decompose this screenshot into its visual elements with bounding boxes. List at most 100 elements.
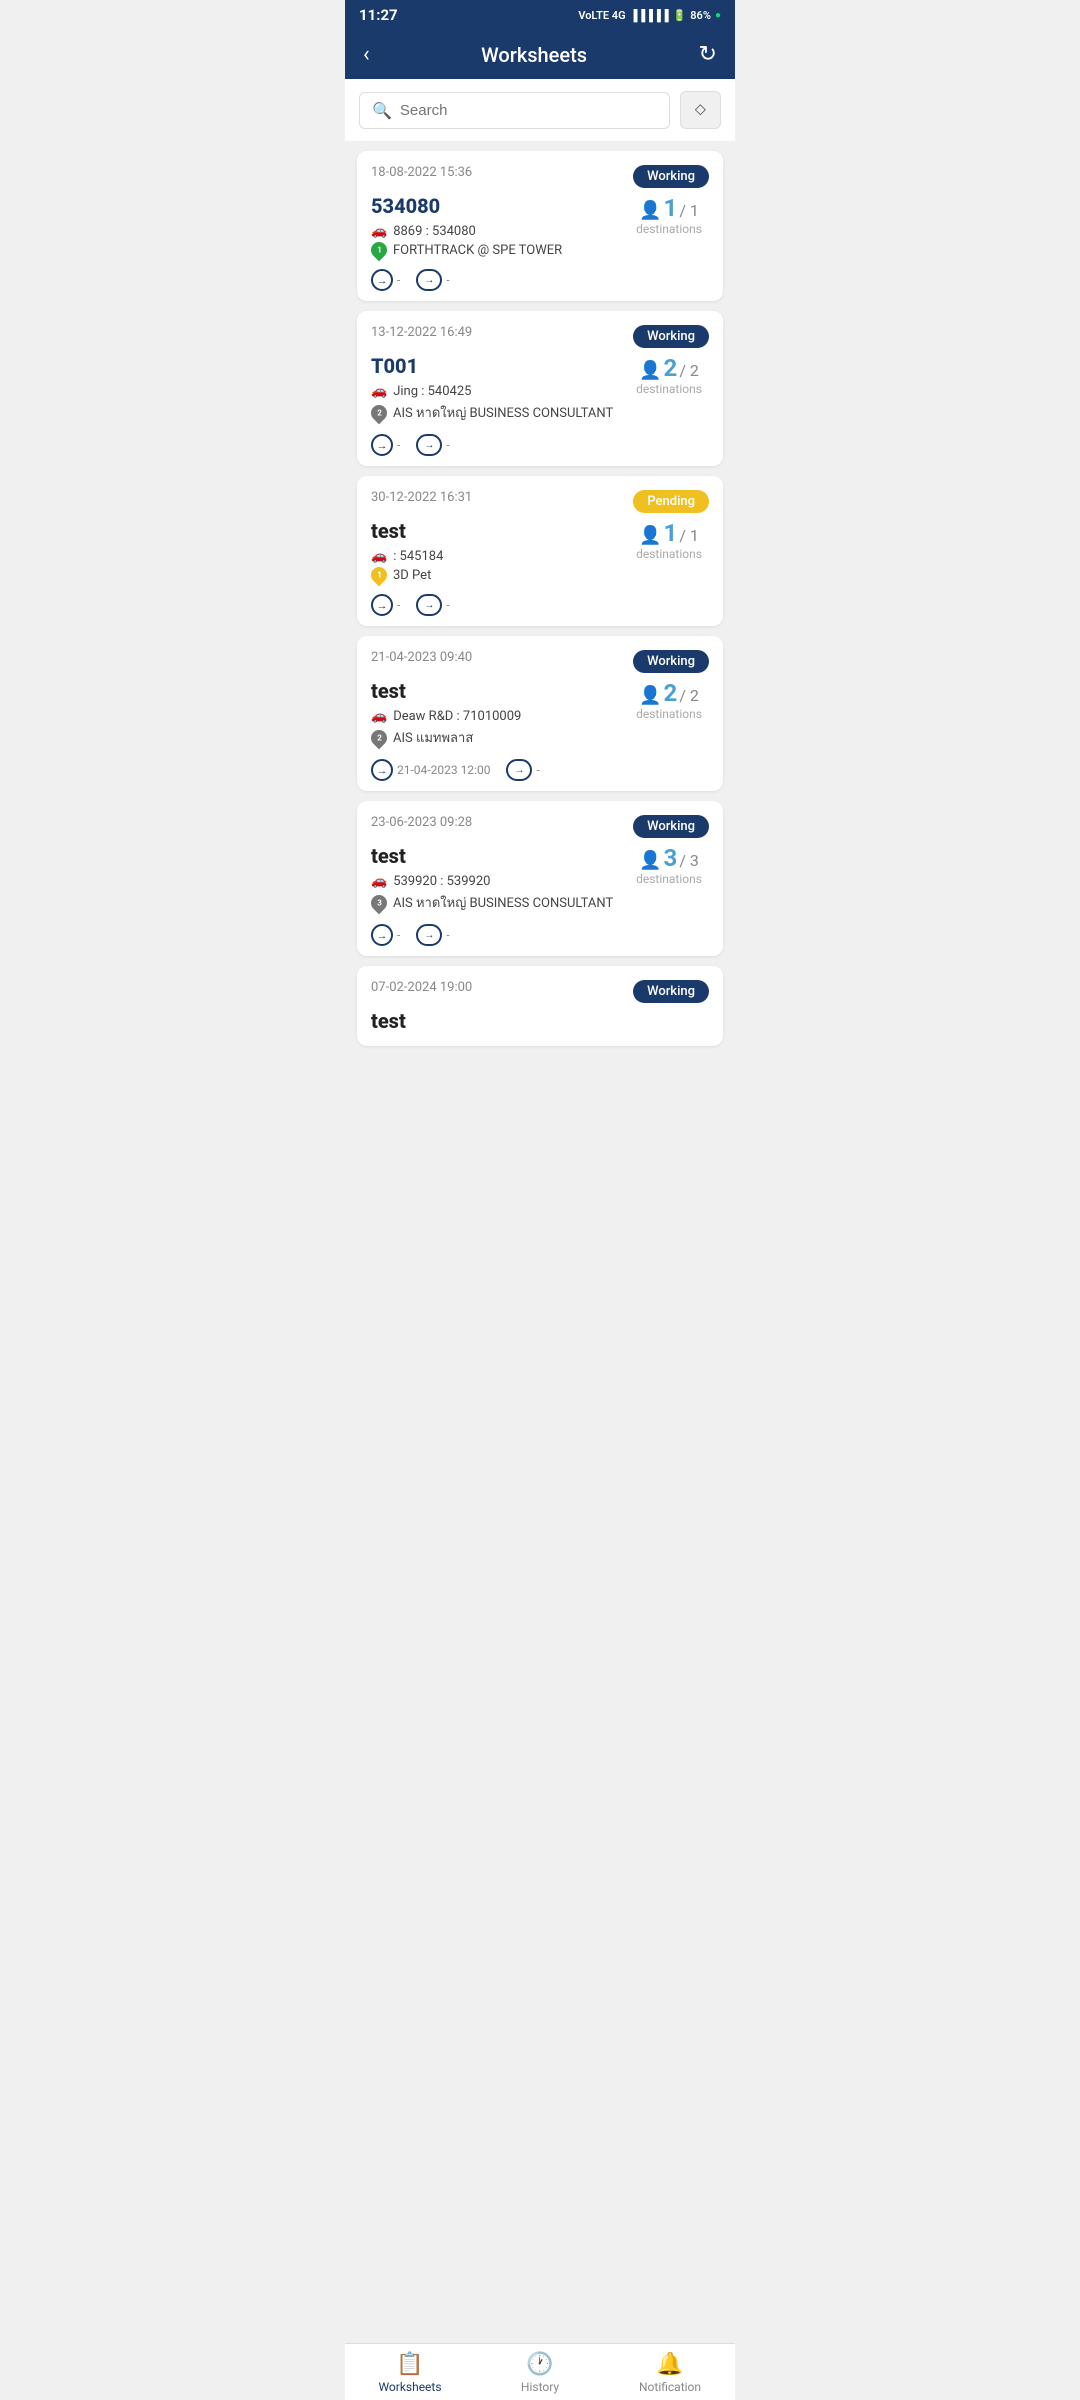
card-footer-3: → - → - [371, 594, 709, 616]
footer-text-4b: - [536, 763, 539, 777]
dest-icon-5: 👤 [639, 850, 661, 871]
dest-count-2: 2 [664, 354, 678, 382]
dest-label-2: destinations [636, 382, 702, 396]
footer-text-2b: - [446, 438, 449, 452]
start-arrow-icon-2: → [371, 434, 393, 456]
card-footer-4: → 21-04-2023 12:00 → - [371, 759, 709, 781]
dest-icon-2: 👤 [639, 360, 661, 381]
dest-label-1: destinations [636, 222, 702, 236]
car-icon-4: 🚗 [371, 709, 387, 724]
vehicle-line-3: 🚗 : 545184 [371, 549, 629, 564]
battery-percent: 86% [690, 9, 711, 22]
footer-text-2a: - [397, 438, 400, 452]
footer-text-5a: - [397, 928, 400, 942]
end-arrow-icon-3: → [416, 594, 442, 616]
location-line-1: 1 FORTHTRACK @ SPE TOWER [371, 242, 629, 258]
car-icon-5: 🚗 [371, 874, 387, 889]
start-arrow-icon-1: → [371, 269, 393, 291]
end-arrow-icon-4: → [506, 759, 532, 781]
card-body-3: test 🚗 : 545184 1 3D Pet 👤 1 / 1 [371, 519, 709, 586]
footer-item-4b: → - [506, 759, 539, 781]
pin-icon-3: 1 [368, 564, 391, 587]
refresh-button[interactable]: ↻ [699, 42, 717, 67]
search-input-wrap[interactable]: 🔍 [359, 92, 670, 129]
signal-icon: VoLTE 4G [578, 9, 625, 22]
location-text-2: AIS หาดใหญ่ BUSINESS CONSULTANT [393, 402, 613, 423]
footer-text-3b: - [446, 598, 449, 612]
status-badge-6: Working [633, 980, 709, 1003]
card-body-4: test 🚗 Deaw R&D : 71010009 2 AIS แมทพลาส… [371, 679, 709, 751]
location-text-3: 3D Pet [393, 568, 431, 583]
nav-item-worksheets[interactable]: 📋 Worksheets [375, 2352, 445, 2394]
footer-item-5a: → - [371, 924, 400, 946]
card-date-6: 07-02-2024 19:00 [371, 980, 472, 995]
car-icon-3: 🚗 [371, 549, 387, 564]
dest-icon-1: 👤 [639, 200, 661, 221]
card-body-5: test 🚗 539920 : 539920 3 AIS หาดใหญ่ BUS… [371, 844, 709, 916]
vehicle-text-1: 8869 : 534080 [393, 224, 476, 239]
worksheet-card-3[interactable]: 30-12-2022 16:31 Pending test 🚗 : 545184… [357, 476, 723, 626]
card-footer-2: → - → - [371, 434, 709, 456]
bottom-navigation: 📋 Worksheets 🕐 History 🔔 Notification ▪ … [345, 2363, 735, 2400]
card-info-5: test 🚗 539920 : 539920 3 AIS หาดใหญ่ BUS… [371, 844, 629, 916]
footer-text-1a: - [397, 273, 400, 287]
location-line-4: 2 AIS แมทพลาส [371, 727, 629, 748]
worksheet-card-1[interactable]: 18-08-2022 15:36 Working 534080 🚗 8869 :… [357, 151, 723, 301]
nav-item-history[interactable]: 🕐 History [505, 2352, 575, 2394]
dest-count-5: 3 [664, 844, 678, 872]
search-icon: 🔍 [372, 101, 392, 120]
car-icon-2: 🚗 [371, 384, 387, 399]
status-badge-4: Working [633, 650, 709, 673]
worksheet-card-5[interactable]: 23-06-2023 09:28 Working test 🚗 539920 :… [357, 801, 723, 956]
dest-info-3: 👤 1 / 1 destinations [629, 519, 709, 561]
dest-label-4: destinations [636, 707, 702, 721]
card-info-1: 534080 🚗 8869 : 534080 1 FORTHTRACK @ SP… [371, 194, 629, 261]
car-icon-1: 🚗 [371, 224, 387, 239]
card-header-2: 13-12-2022 16:49 Working [371, 325, 709, 348]
footer-item-2b: → - [416, 434, 449, 456]
card-header-6: 07-02-2024 19:00 Working [371, 980, 709, 1003]
card-date-2: 13-12-2022 16:49 [371, 325, 472, 340]
nav-item-notification[interactable]: 🔔 Notification [635, 2352, 705, 2394]
worksheet-card-6[interactable]: 07-02-2024 19:00 Working test [357, 966, 723, 1046]
status-badge-2: Working [633, 325, 709, 348]
dest-total-1: / 1 [679, 201, 699, 220]
card-job-id-1: 534080 [371, 194, 629, 218]
footer-item-3a: → - [371, 594, 400, 616]
location-text-4: AIS แมทพลาส [393, 727, 473, 748]
card-date-4: 21-04-2023 09:40 [371, 650, 472, 665]
dest-info-1: 👤 1 / 1 destinations [629, 194, 709, 236]
dest-info-2: 👤 2 / 2 destinations [629, 354, 709, 396]
footer-item-3b: → - [416, 594, 449, 616]
dest-info-5: 👤 3 / 3 destinations [629, 844, 709, 886]
card-footer-5: → - → - [371, 924, 709, 946]
dest-count-4: 2 [664, 679, 678, 707]
start-arrow-icon-4: → [371, 759, 393, 781]
location-line-5: 3 AIS หาดใหญ่ BUSINESS CONSULTANT [371, 892, 629, 913]
page-title: Worksheets [481, 43, 587, 67]
nav-bar: 📋 Worksheets 🕐 History 🔔 Notification [345, 2343, 735, 2400]
vehicle-line-4: 🚗 Deaw R&D : 71010009 [371, 709, 629, 724]
vehicle-text-5: 539920 : 539920 [393, 874, 490, 889]
worksheet-card-4[interactable]: 21-04-2023 09:40 Working test 🚗 Deaw R&D… [357, 636, 723, 791]
end-arrow-icon-1: → [416, 269, 442, 291]
search-input[interactable] [400, 102, 657, 119]
status-right: VoLTE 4G ▐▐▐▐▐ 🔋 86% ● [578, 9, 721, 22]
filter-button[interactable]: ⬦ [680, 91, 721, 129]
card-body-1: 534080 🚗 8869 : 534080 1 FORTHTRACK @ SP… [371, 194, 709, 261]
card-date-3: 30-12-2022 16:31 [371, 490, 472, 505]
vehicle-line-2: 🚗 Jing : 540425 [371, 384, 629, 399]
vehicle-text-3: : 545184 [393, 549, 443, 564]
worksheet-card-2[interactable]: 13-12-2022 16:49 Working T001 🚗 Jing : 5… [357, 311, 723, 466]
dest-label-3: destinations [636, 547, 702, 561]
card-header-3: 30-12-2022 16:31 Pending [371, 490, 709, 513]
back-button[interactable]: ‹ [363, 42, 370, 67]
end-arrow-icon-5: → [416, 924, 442, 946]
card-date-5: 23-06-2023 09:28 [371, 815, 472, 830]
signal-bars: ▐▐▐▐▐ [630, 9, 669, 22]
card-job-id-3: test [371, 519, 629, 543]
card-job-id-5: test [371, 844, 629, 868]
vehicle-text-4: Deaw R&D : 71010009 [393, 709, 521, 724]
dest-total-5: / 3 [679, 851, 699, 870]
card-info-4: test 🚗 Deaw R&D : 71010009 2 AIS แมทพลาส [371, 679, 629, 751]
